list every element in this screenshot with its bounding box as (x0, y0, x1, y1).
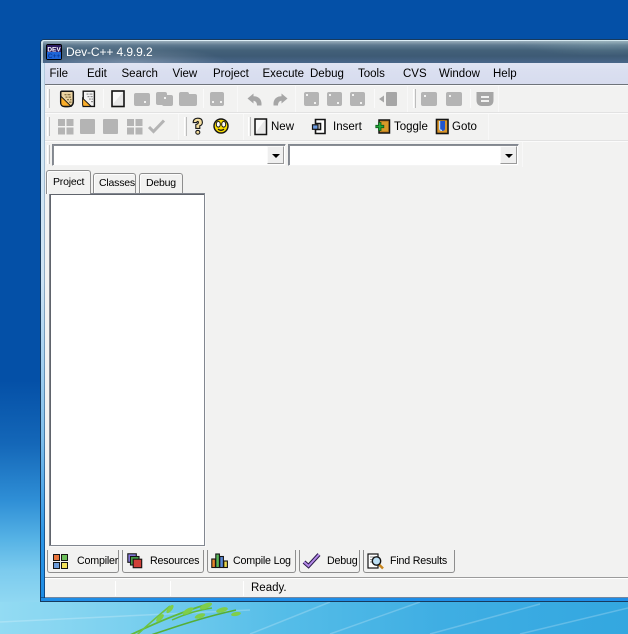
svg-text:C++: C++ (48, 53, 60, 60)
